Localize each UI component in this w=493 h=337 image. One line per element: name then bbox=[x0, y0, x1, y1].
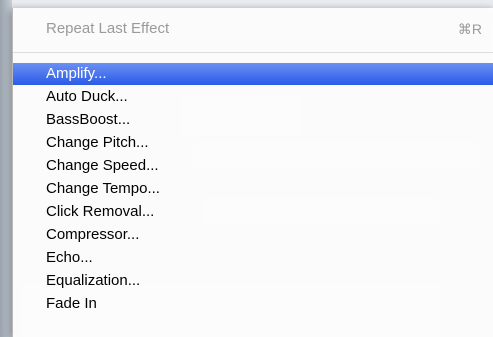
menu-item-click-removal[interactable]: Click Removal... bbox=[13, 201, 493, 223]
menu-item-label: Compressor... bbox=[46, 226, 140, 243]
menu-item-compressor[interactable]: Compressor... bbox=[13, 224, 493, 246]
menu-item-label: Echo... bbox=[46, 249, 93, 266]
menu-item-change-speed[interactable]: Change Speed... bbox=[13, 155, 493, 177]
menu-item-label: Repeat Last Effect bbox=[46, 20, 170, 37]
menu-item-label: Equalization... bbox=[46, 272, 141, 289]
menu-item-label: Fade In bbox=[46, 295, 97, 312]
menu-item-label: Change Speed... bbox=[46, 157, 159, 174]
menu-item-change-tempo[interactable]: Change Tempo... bbox=[13, 178, 493, 200]
menu-item-fade-in[interactable]: Fade In bbox=[13, 293, 493, 315]
menu-item-change-pitch[interactable]: Change Pitch... bbox=[13, 132, 493, 154]
effect-menu: Repeat Last Effect ⌘R Amplify... Auto Du… bbox=[12, 8, 493, 337]
shortcut-label: ⌘R bbox=[457, 21, 482, 37]
menu-item-echo[interactable]: Echo... bbox=[13, 247, 493, 269]
menu-item-label: BassBoost... bbox=[46, 111, 131, 128]
menu-item-bassboost[interactable]: BassBoost... bbox=[13, 109, 493, 131]
menu-item-repeat-last-effect[interactable]: Repeat Last Effect ⌘R bbox=[13, 18, 493, 40]
menu-item-auto-duck[interactable]: Auto Duck... bbox=[13, 86, 493, 108]
menu-item-label: Change Tempo... bbox=[46, 180, 160, 197]
menu-item-label: Click Removal... bbox=[46, 203, 155, 220]
menu-item-amplify[interactable]: Amplify... bbox=[13, 63, 493, 85]
menu-item-label: Auto Duck... bbox=[46, 88, 128, 105]
menu-item-equalization[interactable]: Equalization... bbox=[13, 270, 493, 292]
menu-item-label: Change Pitch... bbox=[46, 134, 149, 151]
background-left-edge bbox=[0, 0, 12, 337]
menu-separator bbox=[13, 52, 493, 53]
menu-item-label: Amplify... bbox=[46, 65, 107, 82]
